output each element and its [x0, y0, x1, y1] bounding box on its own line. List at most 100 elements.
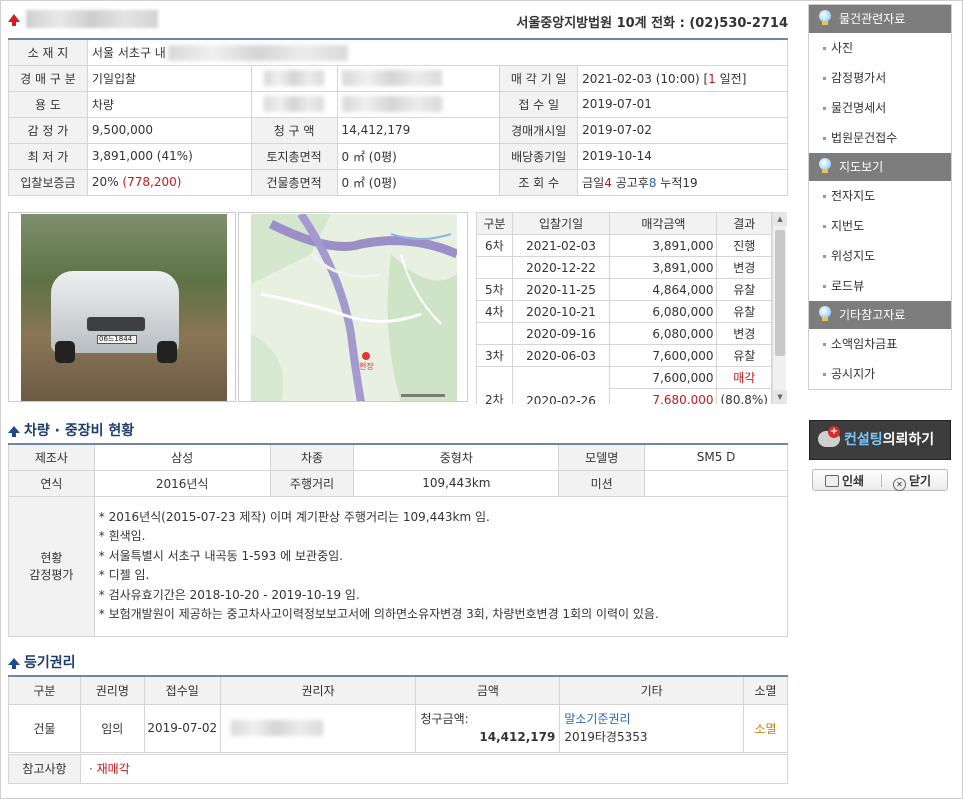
model-value: SM5 D: [644, 443, 788, 471]
note-line: * 2016년식(2015-07-23 제작) 이며 계기판상 주행거리는 10…: [98, 509, 490, 524]
rounds-scrollbar[interactable]: ▲ ▼: [772, 212, 787, 404]
round-row-sold: 2차 2020-02-26 7,600,000 매각: [476, 366, 772, 404]
registry-header: 금액: [415, 675, 561, 705]
model-label: 모델명: [558, 443, 646, 471]
sidebar-item-roadview[interactable]: 로드뷰: [809, 271, 951, 301]
sidebar: 물건관련자료 사진 감정평가서 물건명세서 법원문건접수 지도보기 전자지도 지…: [808, 4, 952, 390]
auction-type-label: 경 매 구 분: [8, 64, 88, 92]
scroll-up-icon[interactable]: ▲: [773, 212, 787, 226]
lightbulb-icon: [819, 10, 831, 26]
printer-icon: [825, 475, 839, 487]
building-area-value: 0 ㎡ (0평): [336, 168, 501, 196]
lightbulb-icon: [819, 158, 831, 174]
location-map[interactable]: 현장: [238, 212, 468, 402]
auction-type-value: 기일입찰: [86, 64, 252, 92]
header: 서울중앙지방법원 10계 전화 : (02)530-2714: [8, 8, 788, 32]
scroll-down-icon[interactable]: ▼: [773, 390, 787, 404]
plus-icon: +: [828, 426, 840, 438]
red-arrow-icon: [8, 14, 20, 26]
sold-result: 매각: [716, 366, 772, 389]
rounds-header: 매각금액: [609, 212, 718, 235]
transmission-value: [644, 469, 788, 497]
sidebar-group-header: 기타참고자료: [809, 301, 951, 329]
note-line: * 검사유효기간은 2018-10-20 - 2019-10-19 임.: [98, 587, 360, 602]
property-info-table: 소 재 지 서울 서초구 내 경 매 구 분 기일입찰 매 각 기 일 2021…: [8, 38, 789, 196]
maker-label: 제조사: [8, 443, 95, 471]
start-value: 2019-07-02: [577, 116, 788, 144]
year-label: 연식: [8, 469, 95, 497]
holder-redacted: [219, 703, 417, 753]
redacted-label-2: [250, 90, 338, 118]
registry-section-title: 등기권리: [8, 652, 76, 672]
deposit-label: 입찰보증금: [8, 168, 88, 196]
divider: [881, 474, 882, 487]
close-button[interactable]: ✕ 닫기: [893, 472, 931, 491]
sale-date-value: 2021-02-03 (10:00) [1 일전]: [577, 64, 788, 92]
dividend-value: 2019-10-14: [577, 142, 788, 170]
print-close-bar: 인쇄 ✕ 닫기: [812, 469, 948, 491]
receipt-label: 접 수 일: [499, 90, 579, 118]
registry-header: 권리자: [219, 675, 417, 705]
redacted-label: [250, 64, 338, 92]
round-row: 2020-09-16 6,080,000 변경: [476, 322, 772, 345]
deposit-value: 20% (778,200): [86, 168, 252, 196]
mileage-label: 주행거리: [269, 469, 355, 497]
map-graphic: 현장: [251, 214, 457, 401]
vehicle-photo[interactable]: 06느1844: [8, 212, 236, 402]
appraisal-label: 감 정 가: [8, 116, 88, 144]
section-arrow-icon: [8, 426, 20, 437]
sidebar-item-property-statement[interactable]: 물건명세서: [809, 93, 951, 123]
registry-table: 구분 권리명 접수일 권리자 금액 기타 소멸 건물 임의 2019-07-02…: [8, 675, 788, 753]
consulting-request-button[interactable]: + 컨설팅의뢰하기: [809, 420, 951, 460]
sidebar-group-property: 물건관련자료 사진 감정평가서 물건명세서 법원문건접수 지도보기 전자지도 지…: [808, 4, 952, 390]
start-label: 경매개시일: [499, 116, 579, 144]
location-label: 소 재 지: [8, 38, 88, 66]
sidebar-item-photos[interactable]: 사진: [809, 33, 951, 63]
redacted-value: [336, 64, 501, 92]
redacted-value-2: [336, 90, 501, 118]
section-arrow-icon: [8, 658, 20, 669]
round-row: 3차 2020-06-03 7,600,000 유찰: [476, 344, 772, 367]
base-right-link[interactable]: 말소기준권리: [564, 710, 739, 728]
vehicle-table: 제조사 삼성 차종 중형차 모델명 SM5 D 연식 2016년식 주행거리 1…: [8, 443, 789, 637]
sold-pct: (80.8%): [716, 388, 772, 404]
sidebar-item-land-price[interactable]: 공시지가: [809, 359, 951, 389]
sale-date-label: 매 각 기 일: [499, 64, 579, 92]
round-row: 2020-12-22 3,891,000 변경: [476, 256, 772, 279]
court-contact: 서울중앙지방법원 10계 전화 : (02)530-2714: [516, 16, 788, 31]
auction-rounds-table: 구분 입찰기일 매각금액 결과 6차 2021-02-03 3,891,000 진행 …: [476, 212, 772, 404]
site-marker: 현장: [359, 361, 374, 371]
sidebar-item-court-docs[interactable]: 법원문건접수: [809, 123, 951, 153]
usage-label: 용 도: [8, 90, 88, 118]
location-value: 서울 서초구 내: [86, 38, 789, 66]
reference-note: 참고사항 · 재매각: [8, 754, 788, 784]
round-row: 5차 2020-11-25 4,864,000 유찰: [476, 278, 772, 301]
reference-label: 참고사항: [9, 755, 81, 783]
registry-header: 권리명: [79, 675, 145, 705]
sidebar-item-digital-map[interactable]: 전자지도: [809, 181, 951, 211]
car-grille: [87, 317, 145, 331]
sidebar-group-header: 물건관련자료: [809, 5, 951, 33]
note-line: * 서울특별시 서초구 내곡동 1-593 에 보관중임.: [98, 548, 343, 563]
rounds-header: 입찰기일: [511, 212, 611, 235]
auction-rounds-panel[interactable]: 구분 입찰기일 매각금액 결과 6차 2021-02-03 3,891,000 진행 …: [476, 212, 788, 404]
status-appraisal-label: 현황 감정평가: [8, 495, 95, 637]
vehicle-section-title: 차량 · 중장비 현황: [8, 420, 134, 440]
car-type-label: 차종: [269, 443, 355, 471]
sidebar-item-satellite-map[interactable]: 위성지도: [809, 241, 951, 271]
reference-value: · 재매각: [89, 762, 130, 776]
year-value: 2016년식: [93, 469, 271, 497]
extinct-value: 소멸: [743, 703, 788, 753]
sidebar-item-lot-map[interactable]: 지번도: [809, 211, 951, 241]
registry-etc: 말소기준권리 2019타경5353: [559, 703, 745, 753]
sidebar-group-header: 지도보기: [809, 153, 951, 181]
round-row: 4차 2020-10-21 6,080,000 유찰: [476, 300, 772, 323]
mileage-value: 109,443km: [353, 469, 560, 497]
print-button[interactable]: 인쇄: [825, 472, 864, 489]
sidebar-item-appraisal-report[interactable]: 감정평가서: [809, 63, 951, 93]
scroll-thumb[interactable]: [775, 230, 785, 356]
sidebar-item-small-lease[interactable]: 소액임차금표: [809, 329, 951, 359]
transmission-label: 미션: [558, 469, 646, 497]
address-redacted: [167, 45, 348, 61]
registry-header: 기타: [559, 675, 745, 705]
